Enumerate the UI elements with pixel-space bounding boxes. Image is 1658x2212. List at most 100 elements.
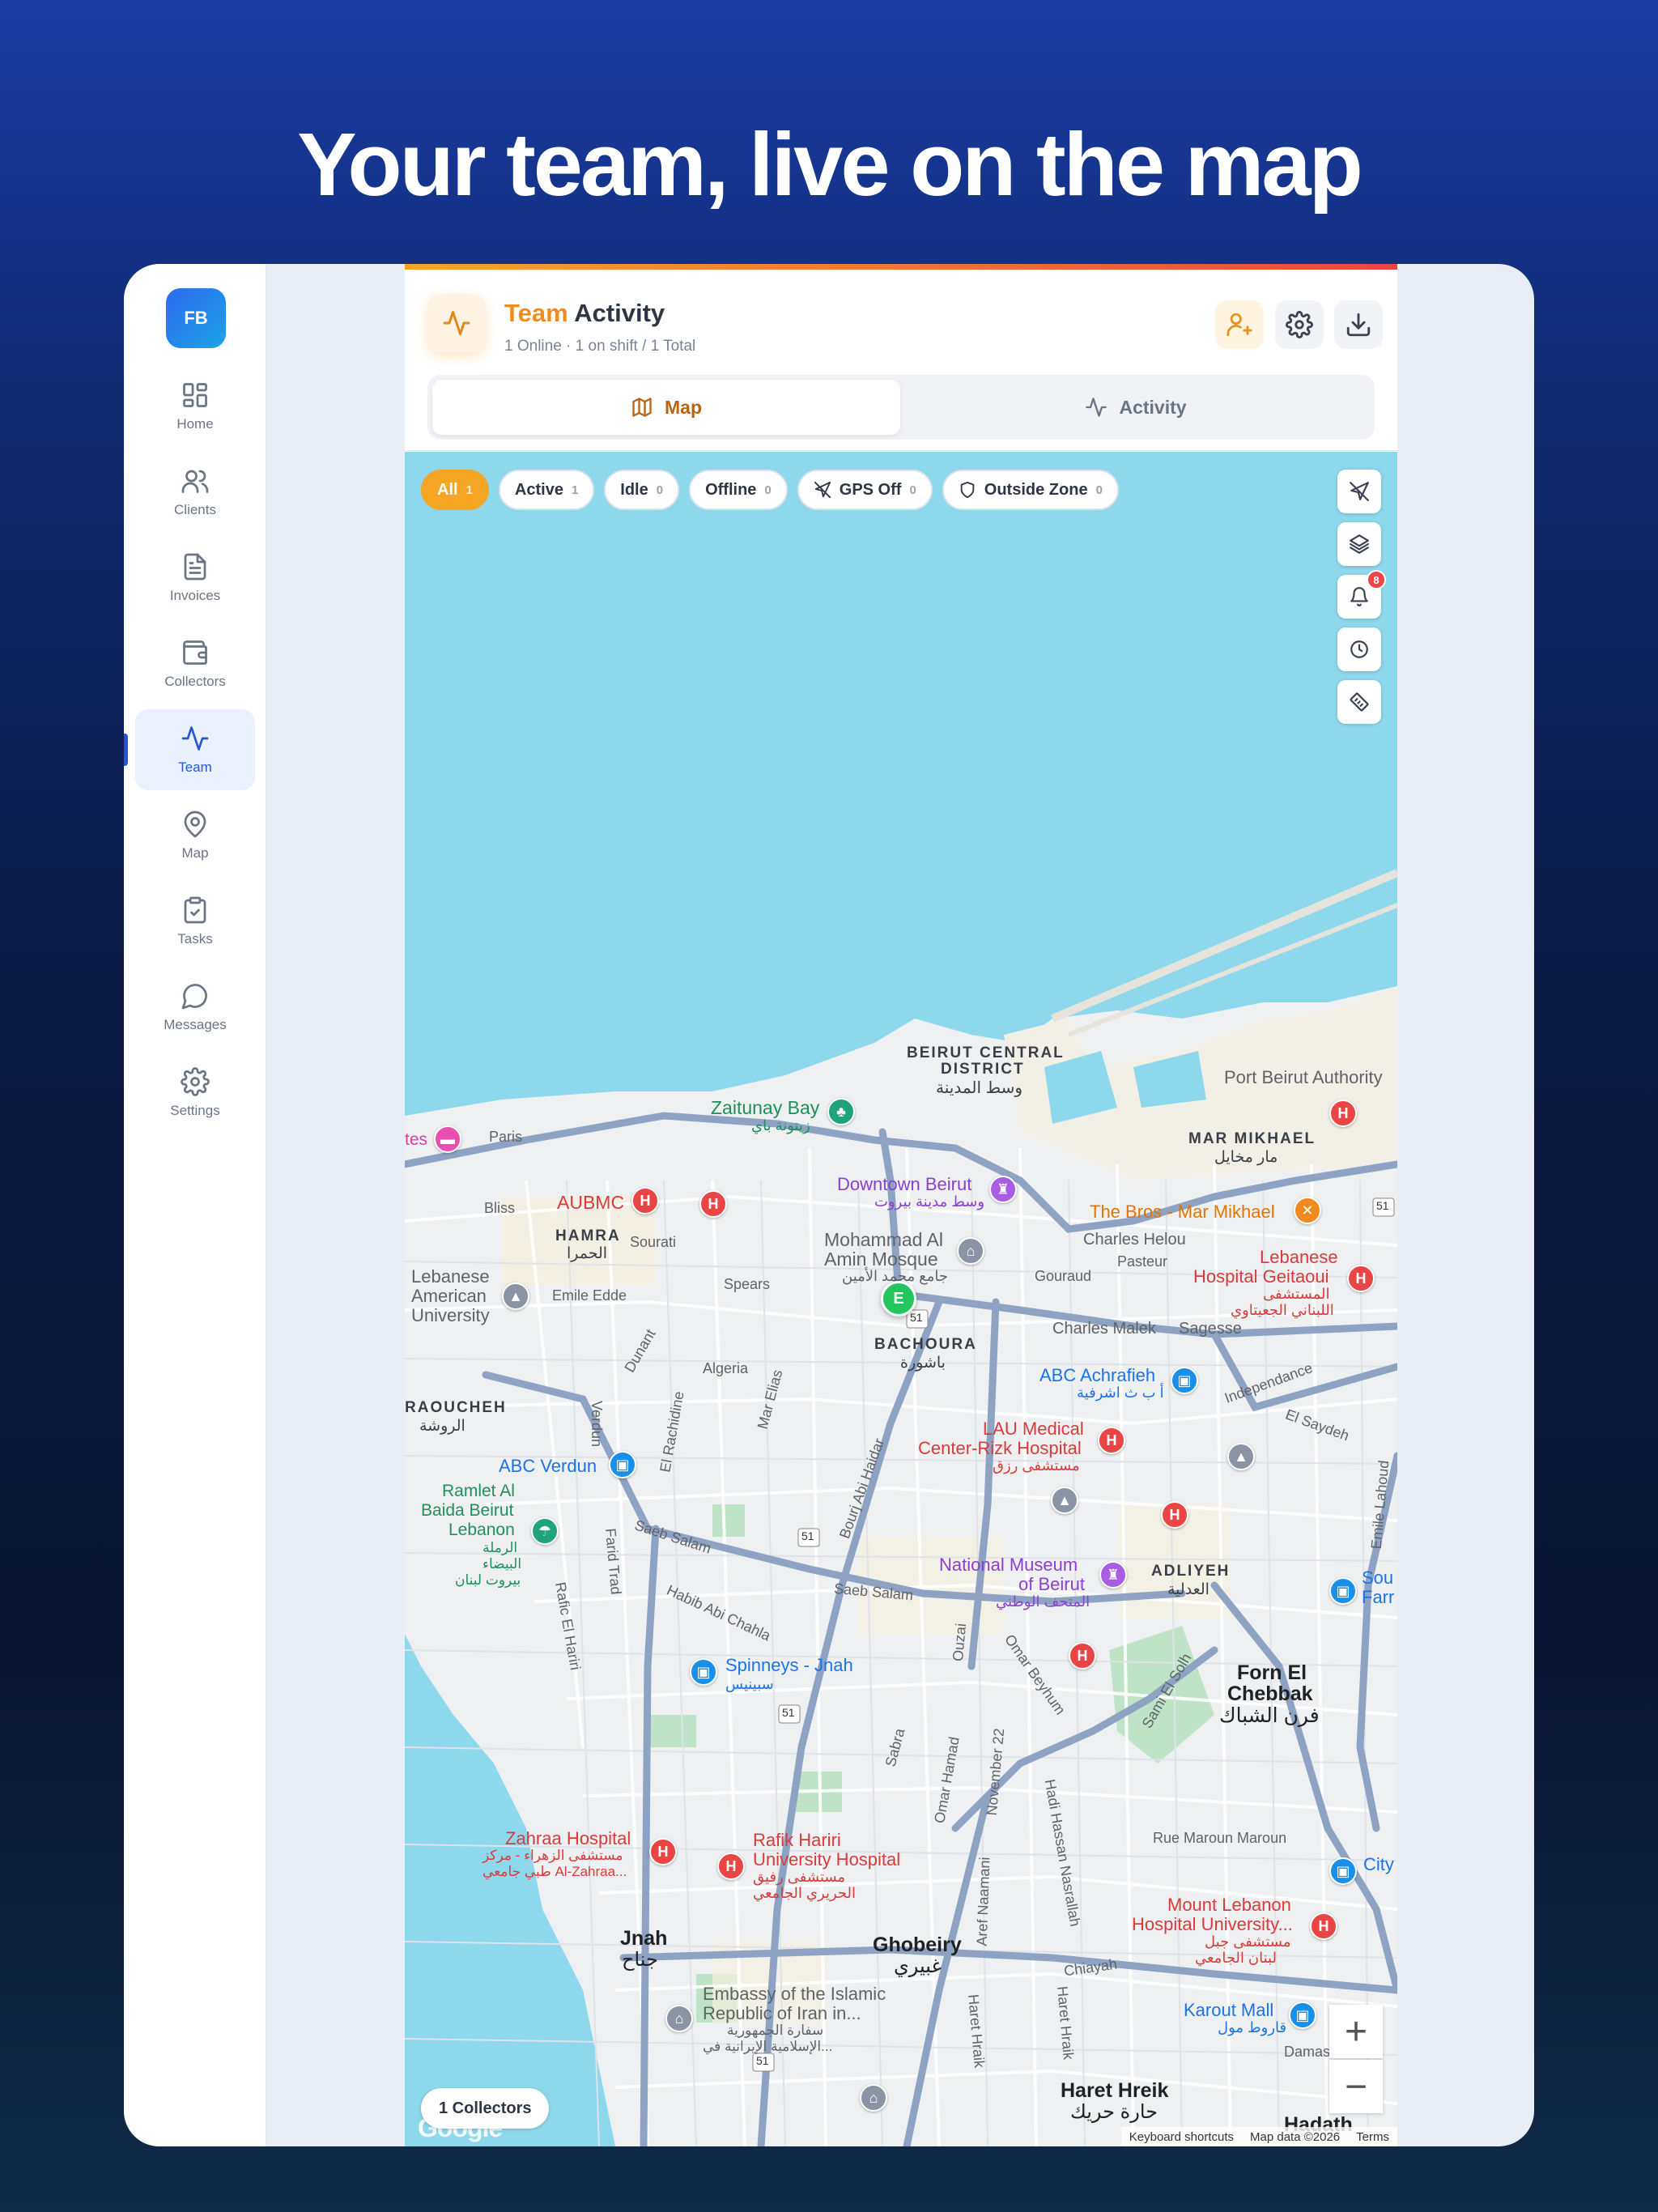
shopping-pin[interactable]: ▣ [1329,1857,1357,1885]
map-label: بيروت لبنان [455,1572,521,1588]
sidebar-item-collectors[interactable]: Collectors [135,623,255,704]
sidebar-item-messages[interactable]: Messages [135,967,255,1048]
map-label: National Museum [939,1555,1078,1575]
shopping-pin[interactable]: ▣ [1329,1577,1357,1605]
shopping-pin[interactable]: ♜ [989,1176,1017,1203]
map-label: Embassy of the Islamic [703,1984,886,2004]
tab-activity[interactable]: Activity [902,380,1370,435]
map-label: Center-Rizk Hospital [918,1438,1082,1458]
shopping-pin[interactable]: ▣ [690,1658,717,1686]
sidebar-item-team[interactable]: Team [124,709,255,790]
sidebar-item-invoices[interactable]: Invoices [135,538,255,619]
map-label: Baida Beirut [421,1501,514,1520]
filter-idle[interactable]: Idle 0 [604,470,680,510]
hospital-pin[interactable]: H [699,1190,727,1218]
collector-marker[interactable]: E [881,1281,916,1317]
sidebar-item-settings[interactable]: Settings [135,1053,255,1134]
university-pin[interactable]: ▲ [1227,1443,1255,1470]
map-label: MAR MIKHAEL [1188,1130,1316,1147]
download-button[interactable] [1334,300,1383,349]
map-label: Republic of Iran in... [703,2003,861,2023]
status-filters: All 1 Active 1 Idle 0 Offline 0 GPS Off … [421,470,1119,510]
layers-button[interactable] [1337,522,1381,566]
layers-icon [1350,534,1369,554]
hospital-pin[interactable]: H [1069,1642,1096,1670]
zoom-in-button[interactable]: + [1329,2005,1383,2058]
map-label: RAOUCHEH [405,1399,507,1416]
map-label: مستشفى جبل [1205,1933,1291,1950]
map-label: Ramlet Al [442,1482,515,1500]
map-label: Hospital Geitaoui [1193,1266,1329,1287]
hospital-pin[interactable]: H [717,1853,745,1880]
hospital-pin[interactable]: H [1310,1912,1337,1940]
map-label: Jnah [620,1927,668,1950]
map-label: وسط المدينة [936,1079,1022,1097]
sidebar-item-home[interactable]: Home [135,366,255,447]
alerts-button[interactable]: 8 [1337,570,1386,619]
zoom-out-button[interactable]: − [1329,2060,1383,2113]
recenter-button[interactable] [1337,470,1381,513]
measure-button[interactable] [1337,680,1381,724]
collectors-count-pill[interactable]: 1 Collectors [421,2088,550,2129]
map-label: University [411,1305,490,1325]
sidebar-item-label: Team [178,759,212,775]
map-label: باشورة [900,1355,946,1372]
sidebar-item-clients[interactable]: Clients [135,452,255,533]
street-label: Sagesse [1179,1320,1242,1338]
team-activity-panel: Team Activity 1 Online · 1 on shift / 1 … [405,264,1397,2146]
terms-link[interactable]: Terms [1356,2130,1389,2144]
filter-gps-off[interactable]: GPS Off 0 [797,470,933,510]
history-button[interactable] [1337,627,1381,671]
hospital-pin[interactable]: H [1347,1265,1375,1292]
gear-icon [181,1067,210,1096]
shopping-pin[interactable]: ▣ [1171,1367,1198,1394]
tab-map[interactable]: Map [432,380,900,435]
activity-icon [181,726,209,751]
embassy-pin[interactable]: ⌂ [665,2005,693,2032]
university-pin[interactable]: ▲ [1051,1487,1078,1514]
keyboard-shortcuts-link[interactable]: Keyboard shortcuts [1129,2130,1234,2144]
street-label: Rue Maroun Maroun [1153,1830,1287,1846]
hospital-pin[interactable]: H [649,1838,677,1865]
map-label: Sou [1362,1568,1394,1588]
filter-outside-zone[interactable]: Outside Zone 0 [942,470,1119,510]
restaurant-pin[interactable]: ✕ [1294,1197,1321,1224]
shopping-pin[interactable]: ▣ [1289,2001,1316,2029]
mosque-pin[interactable]: ⌂ [957,1237,984,1265]
park-pin[interactable]: ♣ [827,1098,855,1125]
road-shield: 51 [1376,1199,1389,1212]
road-shield: 51 [801,1529,814,1542]
university-pin[interactable]: ▲ [502,1283,529,1310]
header-icon [427,294,486,352]
bell-icon [1350,587,1368,606]
hospital-pin[interactable]: H [1161,1501,1188,1529]
beach-pin[interactable]: ☂ [531,1517,559,1545]
ruler-icon [1350,692,1369,712]
embassy-pin[interactable]: ⌂ [860,2084,887,2112]
add-member-button[interactable] [1215,300,1264,349]
map-label: Karout Mall [1184,2000,1274,2020]
filter-offline[interactable]: Offline 0 [689,470,788,510]
hospital-pin[interactable]: H [631,1187,659,1214]
sidebar-item-map[interactable]: Map [135,795,255,876]
shopping-pin[interactable]: ▣ [609,1451,636,1478]
map-label: ADLIYEH [1151,1563,1231,1580]
road-shield: 51 [910,1311,923,1324]
filter-active[interactable]: Active 1 [498,470,595,510]
team-map[interactable]: 51 51 51 51 51 BEIRUT CENTRAL DISTRICT و… [405,452,1397,2146]
street-label: Charles Helou [1083,1231,1186,1249]
hospital-pin[interactable]: H [1098,1427,1125,1454]
museum-pin[interactable]: ♜ [1099,1561,1127,1589]
users-icon [181,470,209,493]
sidebar-item-tasks[interactable]: Tasks [135,881,255,962]
hotel-pin[interactable]: ▬ [434,1125,461,1153]
filter-all[interactable]: All 1 [421,470,489,510]
promo-headline: Your team, live on the map [297,115,1363,215]
gps-off-icon [814,481,831,499]
hospital-pin[interactable]: H [1329,1100,1357,1127]
map-label: أ ب ث اشرفية [1077,1385,1164,1401]
app-logo[interactable]: FB [166,288,226,348]
map-label: Amin Mosque [824,1249,938,1270]
settings-button[interactable] [1275,300,1324,349]
shield-icon [960,481,975,499]
